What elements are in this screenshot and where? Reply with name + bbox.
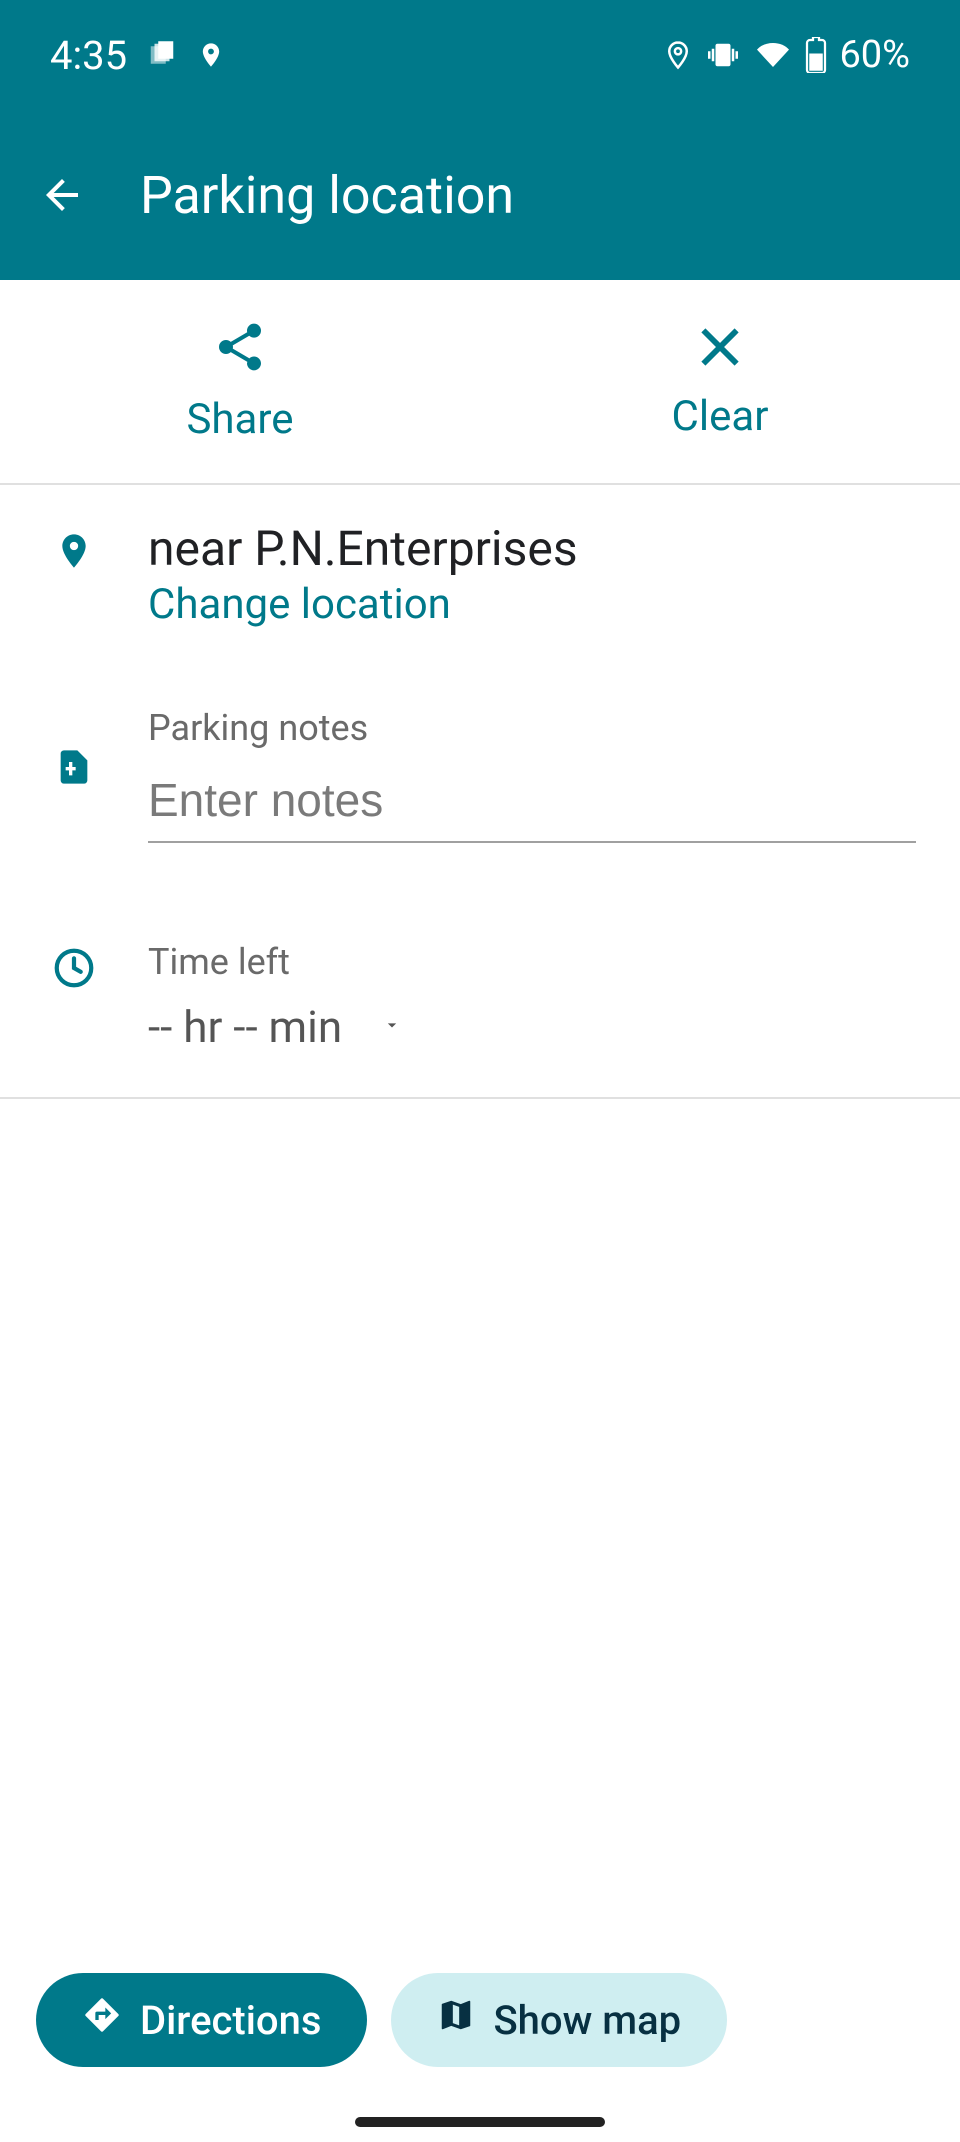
notes-input[interactable] xyxy=(148,767,916,843)
dropdown-icon xyxy=(378,1015,406,1039)
wifi-icon xyxy=(753,39,793,71)
clock-icon xyxy=(44,941,104,991)
battery-icon xyxy=(805,37,827,73)
notes-section: Parking notes xyxy=(0,677,960,843)
map-icon xyxy=(437,1996,475,2044)
vibrate-icon xyxy=(705,40,741,70)
change-location-link[interactable]: Change location xyxy=(148,580,916,629)
close-icon xyxy=(695,322,745,376)
status-time: 4:35 xyxy=(50,32,127,79)
share-label: Share xyxy=(186,395,293,444)
show-map-button[interactable]: Show map xyxy=(391,1973,727,2067)
pin-icon xyxy=(44,521,104,575)
back-button[interactable] xyxy=(38,171,86,219)
app-bar: Parking location xyxy=(0,110,960,280)
time-left-value: -- hr -- min xyxy=(148,1001,342,1053)
directions-label: Directions xyxy=(140,1997,321,2044)
actions-row: Share Clear xyxy=(0,280,960,485)
directions-button[interactable]: Directions xyxy=(36,1973,367,2067)
cards-icon xyxy=(147,40,177,70)
location-section: near P.N.Enterprises Change location xyxy=(0,491,960,629)
gesture-bar xyxy=(355,2117,605,2127)
fab-row: Directions Show map xyxy=(36,1973,727,2067)
directions-icon xyxy=(82,1995,122,2045)
status-left: 4:35 xyxy=(50,32,225,79)
clear-label: Clear xyxy=(672,392,769,441)
location-pin-icon xyxy=(197,38,225,72)
page-title: Parking location xyxy=(140,165,514,226)
location-name: near P.N.Enterprises xyxy=(148,521,916,576)
share-button[interactable]: Share xyxy=(0,280,480,483)
status-right: 60% xyxy=(663,33,910,77)
location-outline-icon xyxy=(663,38,693,72)
time-left-label: Time left xyxy=(148,941,916,983)
clear-button[interactable]: Clear xyxy=(480,280,960,483)
show-map-label: Show map xyxy=(493,1997,681,2044)
time-left-section: Time left -- hr -- min xyxy=(0,911,960,1099)
notes-label: Parking notes xyxy=(148,707,916,749)
time-left-selector[interactable]: -- hr -- min xyxy=(148,1001,916,1053)
add-note-icon xyxy=(44,707,104,791)
status-bar: 4:35 60% xyxy=(0,0,960,110)
battery-percentage: 60% xyxy=(839,33,910,77)
share-icon xyxy=(212,319,268,379)
